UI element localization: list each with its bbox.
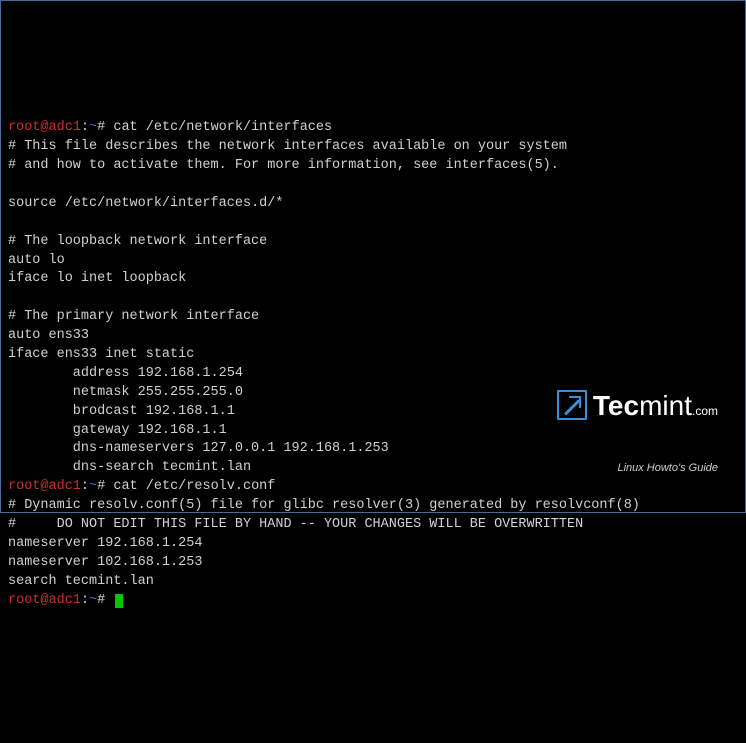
output-line: auto ens33 bbox=[8, 328, 89, 343]
prompt-hash: # bbox=[97, 120, 105, 135]
terminal-content[interactable]: root@adc1:~# cat /etc/network/interfaces… bbox=[8, 119, 738, 610]
output-line: # and how to activate them. For more inf… bbox=[8, 158, 559, 173]
prompt-path: ~ bbox=[89, 479, 97, 494]
output-line: # Dynamic resolv.conf(5) file for glibc … bbox=[8, 498, 640, 513]
output-line: dns-search tecmint.lan bbox=[8, 460, 251, 475]
output-line: address 192.168.1.254 bbox=[8, 366, 243, 381]
output-line: search tecmint.lan bbox=[8, 574, 154, 589]
prompt-user-host: root@adc1 bbox=[8, 479, 81, 494]
prompt-user-host: root@adc1 bbox=[8, 120, 81, 135]
output-line: iface ens33 inet static bbox=[8, 347, 194, 362]
output-line: # DO NOT EDIT THIS FILE BY HAND -- YOUR … bbox=[8, 517, 583, 532]
output-line: nameserver 102.168.1.253 bbox=[8, 555, 202, 570]
output-line: # The loopback network interface bbox=[8, 234, 267, 249]
prompt-hash: # bbox=[97, 479, 105, 494]
output-line: netmask 255.255.255.0 bbox=[8, 385, 243, 400]
prompt-user-host: root@adc1 bbox=[8, 593, 81, 608]
output-line: # This file describes the network interf… bbox=[8, 139, 567, 154]
output-line: # The primary network interface bbox=[8, 309, 259, 324]
output-line: dns-nameservers 127.0.0.1 192.168.1.253 bbox=[8, 441, 389, 456]
output-line: auto lo bbox=[8, 253, 65, 268]
prompt-colon: : bbox=[81, 479, 89, 494]
prompt-colon: : bbox=[81, 593, 89, 608]
output-line: brodcast 192.168.1.1 bbox=[8, 404, 235, 419]
prompt-hash: # bbox=[97, 593, 105, 608]
output-line: iface lo inet loopback bbox=[8, 271, 186, 286]
output-line: nameserver 192.168.1.254 bbox=[8, 536, 202, 551]
command-text: cat /etc/resolv.conf bbox=[113, 479, 275, 494]
command-text: cat /etc/network/interfaces bbox=[113, 120, 332, 135]
output-line: gateway 192.168.1.1 bbox=[8, 423, 227, 438]
prompt-colon: : bbox=[81, 120, 89, 135]
cursor-icon bbox=[115, 594, 123, 608]
prompt-path: ~ bbox=[89, 593, 97, 608]
output-line: source /etc/network/interfaces.d/* bbox=[8, 196, 283, 211]
prompt-path: ~ bbox=[89, 120, 97, 135]
